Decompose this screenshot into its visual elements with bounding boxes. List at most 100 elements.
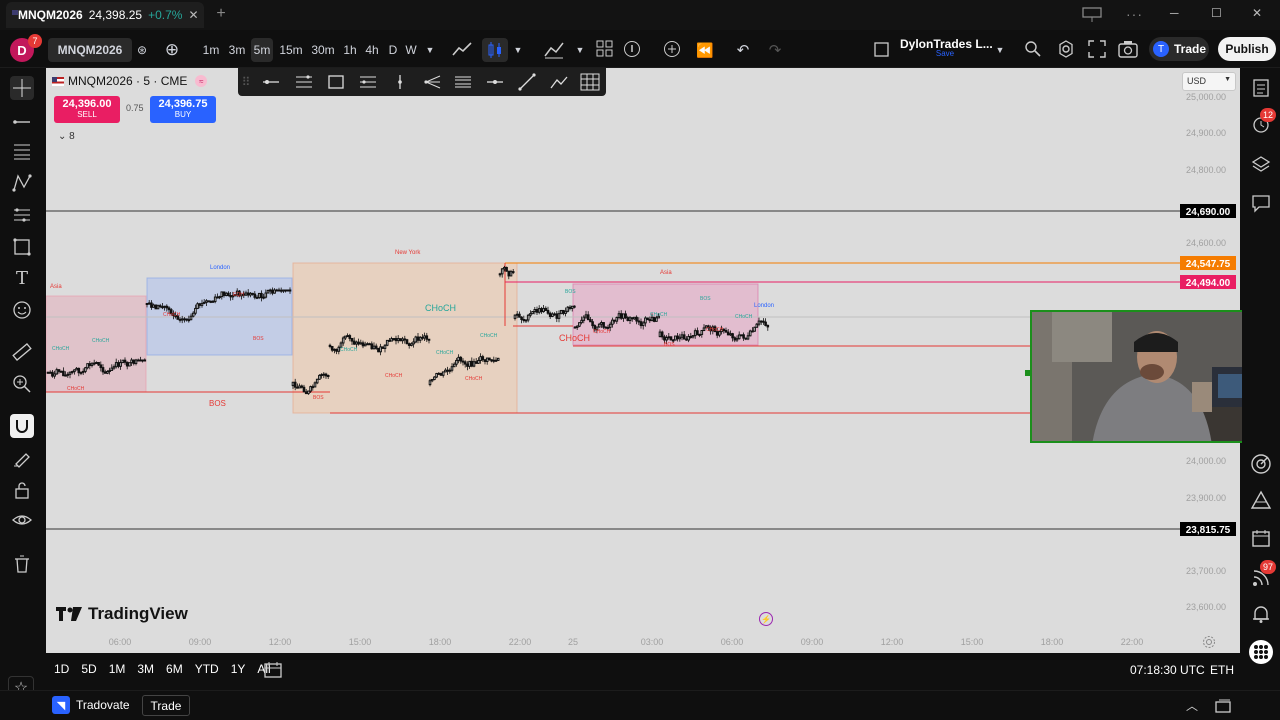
stay-drawing-icon[interactable] xyxy=(10,446,34,470)
sell-button[interactable]: 24,396.00 SELL xyxy=(54,96,120,123)
layout-name-button[interactable]: DylonTrades L... Save xyxy=(900,37,993,63)
indicators-collapse[interactable]: ⌄ 8 xyxy=(58,131,75,142)
go-to-date-icon[interactable] xyxy=(264,661,282,679)
trade-button[interactable]: T Trade xyxy=(1149,37,1209,61)
range-button-ytd[interactable]: YTD xyxy=(195,662,219,676)
drag-handle-icon[interactable]: ⠿ xyxy=(240,72,252,92)
undo-icon[interactable]: ↶ xyxy=(734,39,752,61)
interval-button-15m[interactable]: 15m xyxy=(278,39,304,61)
symbol-options-icon[interactable]: ⊛ xyxy=(134,39,150,61)
alert-add-icon[interactable] xyxy=(662,39,682,59)
layout-dropdown-icon[interactable]: ▼ xyxy=(994,39,1006,61)
path-icon[interactable] xyxy=(548,72,570,92)
chart-type-dropdown-icon[interactable]: ▼ xyxy=(512,39,524,61)
range-button-6m[interactable]: 6M xyxy=(166,662,183,676)
shapes-tool-icon[interactable] xyxy=(10,235,34,259)
compare-add-icon[interactable]: ⊕ xyxy=(162,39,182,61)
layout-toggle-icon[interactable] xyxy=(874,42,890,58)
pitchfork-icon[interactable] xyxy=(421,72,443,92)
broker-trade-button[interactable]: Trade xyxy=(142,695,190,716)
magnet-icon[interactable] xyxy=(10,414,34,438)
grid-icon[interactable] xyxy=(579,72,601,92)
templates-icon[interactable] xyxy=(596,40,614,58)
indicators-icon[interactable] xyxy=(543,38,565,60)
webcam-resize-handle[interactable] xyxy=(1025,370,1031,376)
more-icon[interactable]: ··· xyxy=(1126,6,1143,22)
visibility-eye-icon[interactable] xyxy=(10,508,34,532)
rectangle-icon[interactable] xyxy=(325,72,347,92)
range-button-1y[interactable]: 1Y xyxy=(231,662,246,676)
interval-button-3m[interactable]: 3m xyxy=(226,39,248,61)
apps-grid-icon[interactable] xyxy=(1249,640,1273,664)
range-button-3m[interactable]: 3M xyxy=(137,662,154,676)
vertical-line-icon[interactable] xyxy=(389,72,411,92)
layers-icon[interactable] xyxy=(1249,152,1273,176)
text-tool-icon[interactable]: T xyxy=(10,266,34,290)
fib-retracement-icon[interactable] xyxy=(357,72,379,92)
collapse-panel-icon[interactable]: ︿ xyxy=(1186,697,1198,714)
publish-button[interactable]: Publish xyxy=(1218,37,1276,61)
symbol-search-button[interactable]: MNQM2026 xyxy=(48,38,132,62)
session-label[interactable]: ETH xyxy=(1210,663,1234,677)
new-tab-icon[interactable]: + xyxy=(212,5,230,23)
interval-button-4h[interactable]: 4h xyxy=(362,39,382,61)
candle-body xyxy=(648,319,652,322)
alert-info-icon[interactable] xyxy=(623,40,641,58)
tab-close-icon[interactable]: ✕ xyxy=(188,8,198,22)
replay-icon[interactable]: ⏪ xyxy=(695,39,715,61)
horizontal-line-icon[interactable] xyxy=(484,72,506,92)
trend-line-icon[interactable] xyxy=(10,108,34,132)
notifications-bell-icon[interactable] xyxy=(1249,602,1273,626)
utc-clock[interactable]: 07:18:30 UTC xyxy=(1130,663,1205,677)
buy-button[interactable]: 24,396.75 BUY xyxy=(150,96,216,123)
zoom-in-icon[interactable] xyxy=(10,372,34,396)
crosshair-icon[interactable] xyxy=(10,76,34,100)
trend-line-icon[interactable] xyxy=(516,72,538,92)
calendar-icon[interactable] xyxy=(1249,526,1273,550)
watchlist-icon[interactable] xyxy=(1249,76,1273,100)
minimize-icon[interactable]: ─ xyxy=(1170,6,1179,20)
interval-dropdown-icon[interactable]: ▼ xyxy=(424,39,436,61)
range-button-1m[interactable]: 1M xyxy=(109,662,126,676)
ideas-icon[interactable] xyxy=(1249,488,1273,512)
horizontal-lines-icon[interactable] xyxy=(452,72,474,92)
window-close-icon[interactable]: ✕ xyxy=(1252,6,1262,20)
interval-button-30m[interactable]: 30m xyxy=(309,39,337,61)
interval-button-1m[interactable]: 1m xyxy=(200,39,222,61)
target-icon[interactable] xyxy=(1249,452,1273,476)
chart-tab[interactable]: MNQM2026 24,398.25 +0.7% ✕ xyxy=(6,2,204,28)
fib-tool-icon[interactable] xyxy=(10,139,34,163)
prediction-tool-icon[interactable] xyxy=(10,203,34,227)
interval-button-D[interactable]: D xyxy=(386,39,400,61)
trash-icon[interactable] xyxy=(10,552,34,576)
chat-icon[interactable] xyxy=(1249,191,1273,215)
axis-settings-gear-icon[interactable] xyxy=(1202,635,1216,649)
sell-price: 24,396.00 xyxy=(62,98,112,110)
layout-icon[interactable] xyxy=(1082,7,1102,23)
broker-tab[interactable]: ◥ Tradovate xyxy=(52,696,130,714)
maximize-icon[interactable]: ☐ xyxy=(1211,6,1222,20)
range-button-1d[interactable]: 1D xyxy=(54,662,69,676)
settings-gear-icon[interactable] xyxy=(1056,39,1076,59)
range-button-5d[interactable]: 5D xyxy=(81,662,96,676)
quick-search-icon[interactable] xyxy=(1024,40,1042,58)
emoji-icon[interactable] xyxy=(10,298,34,322)
redo-icon[interactable]: ↷ xyxy=(766,39,784,61)
ruler-icon[interactable] xyxy=(10,340,34,364)
indicators-dropdown-icon[interactable]: ▼ xyxy=(574,39,586,61)
interval-button-1h[interactable]: 1h xyxy=(341,39,359,61)
camera-icon[interactable] xyxy=(1118,40,1138,58)
fullscreen-icon[interactable] xyxy=(1088,40,1106,58)
currency-select[interactable]: USD ▼ xyxy=(1182,72,1236,91)
maximize-panel-icon[interactable] xyxy=(1215,699,1231,713)
interval-button-W[interactable]: W xyxy=(403,39,419,61)
line-chart-icon[interactable] xyxy=(451,39,473,59)
horizontal-ray-icon[interactable] xyxy=(260,72,282,92)
candle-chart-button[interactable] xyxy=(482,38,508,62)
symbol-legend[interactable]: MNQM2026 · 5 · CME ≈ xyxy=(52,74,208,88)
pattern-tool-icon[interactable] xyxy=(10,171,34,195)
event-lightning-icon[interactable]: ⚡ xyxy=(759,612,773,626)
lock-icon[interactable] xyxy=(10,478,34,502)
interval-button-5m[interactable]: 5m xyxy=(251,38,273,62)
parallel-channel-icon[interactable] xyxy=(293,72,315,92)
